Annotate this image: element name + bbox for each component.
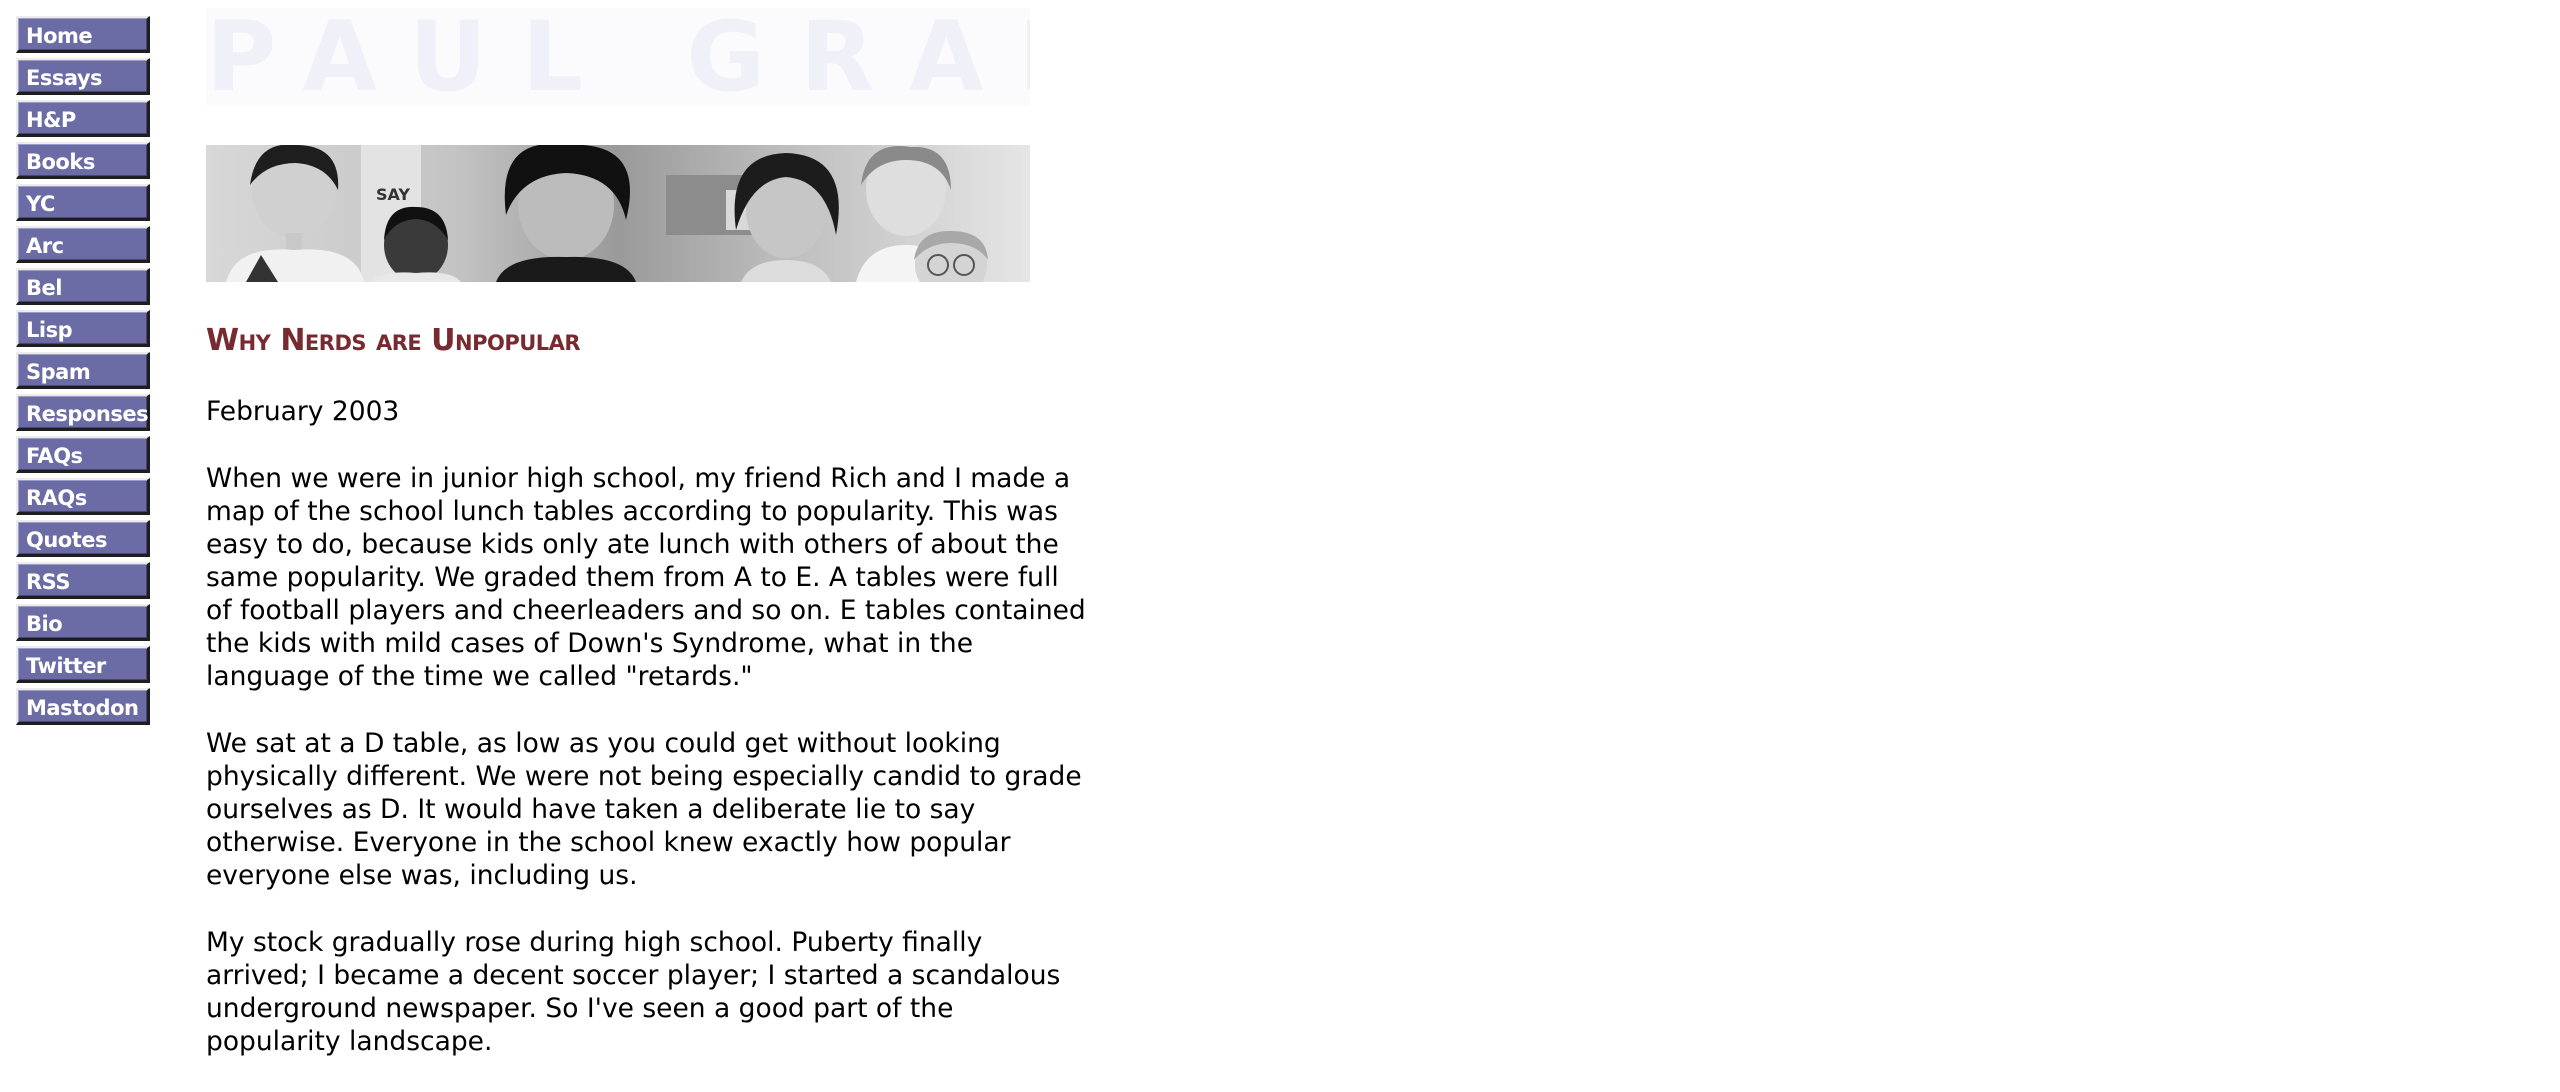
- nav-bio-button[interactable]: Bio: [16, 604, 150, 641]
- sidebar-nav: Home Essays H&P Books YC Arc Bel Lisp Sp…: [16, 16, 150, 730]
- nav-lisp-label: Lisp: [26, 318, 73, 342]
- nav-quotes-label: Quotes: [26, 528, 108, 552]
- nav-rss-button[interactable]: RSS: [16, 562, 150, 599]
- article-paragraph: My stock gradually rose during high scho…: [206, 927, 1061, 1057]
- article-body: February 2003 When we were in junior hig…: [206, 395, 1086, 1092]
- article-paragraph: We sat at a D table, as low as you could…: [206, 728, 1082, 891]
- nav-hp-button[interactable]: H&P: [16, 100, 150, 137]
- nav-hp-label: H&P: [26, 108, 76, 132]
- nav-twitter-label: Twitter: [26, 654, 106, 678]
- nav-responses-button[interactable]: Responses: [16, 394, 150, 431]
- site-logo-text: PAUL GRAHAM: [206, 8, 1030, 106]
- nav-arc-label: Arc: [26, 234, 64, 258]
- nav-bio-label: Bio: [26, 612, 63, 636]
- nav-mastodon-label: Mastodon: [26, 696, 139, 720]
- nav-rss-label: RSS: [26, 570, 70, 594]
- nav-yc-button[interactable]: YC: [16, 184, 150, 221]
- nav-spam-button[interactable]: Spam: [16, 352, 150, 389]
- nav-essays-label: Essays: [26, 66, 103, 90]
- nav-twitter-button[interactable]: Twitter: [16, 646, 150, 683]
- nav-faqs-label: FAQs: [26, 444, 83, 468]
- nav-raqs-button[interactable]: RAQs: [16, 478, 150, 515]
- nav-spam-label: Spam: [26, 360, 91, 384]
- site-logo[interactable]: PAUL GRAHAM: [206, 8, 1030, 106]
- nav-lisp-button[interactable]: Lisp: [16, 310, 150, 347]
- nav-mastodon-button[interactable]: Mastodon: [16, 688, 150, 725]
- article-paragraph: When we were in junior high school, my f…: [206, 463, 1086, 692]
- nav-books-label: Books: [26, 150, 95, 174]
- nav-responses-label: Responses: [26, 402, 149, 426]
- nav-faqs-button[interactable]: FAQs: [16, 436, 150, 473]
- article-title: Why Nerds are Unpopular: [206, 323, 581, 358]
- nav-raqs-label: RAQs: [26, 486, 87, 510]
- nav-arc-button[interactable]: Arc: [16, 226, 150, 263]
- nav-quotes-button[interactable]: Quotes: [16, 520, 150, 557]
- nav-bel-button[interactable]: Bel: [16, 268, 150, 305]
- article-date: February 2003: [206, 396, 400, 427]
- header-photo: SAY: [206, 145, 1030, 282]
- nav-yc-label: YC: [26, 192, 55, 216]
- photo-sign-text: SAY: [376, 185, 410, 204]
- nav-books-button[interactable]: Books: [16, 142, 150, 179]
- nav-bel-label: Bel: [26, 276, 62, 300]
- nav-home-button[interactable]: Home: [16, 16, 150, 53]
- nav-essays-button[interactable]: Essays: [16, 58, 150, 95]
- yearbook-photo-image: SAY: [206, 145, 1030, 282]
- nav-home-label: Home: [26, 24, 93, 48]
